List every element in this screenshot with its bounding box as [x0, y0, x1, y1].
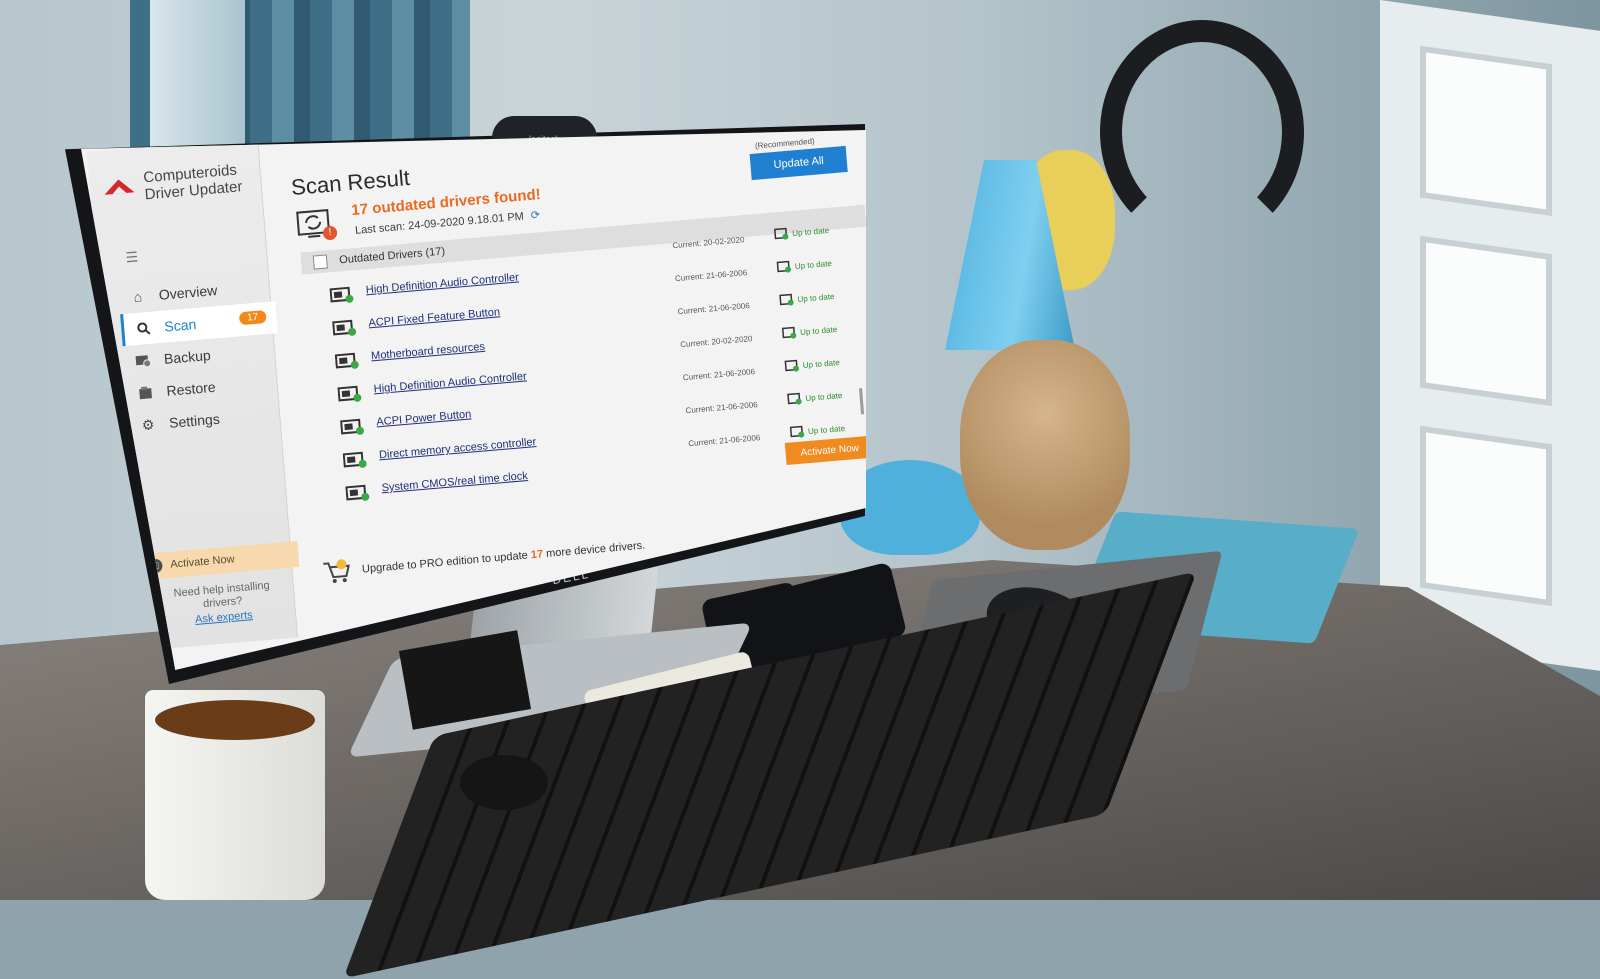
- window-pane: [1420, 45, 1552, 217]
- backup-icon: [133, 351, 152, 371]
- gear-icon: ⚙: [141, 415, 155, 433]
- sidebar-item-label: Scan: [163, 315, 197, 335]
- status-ok-icon: [789, 425, 805, 438]
- status-ok-icon: [773, 227, 789, 240]
- device-icon: [337, 385, 362, 402]
- outdated-drivers-label: Outdated Drivers (17): [338, 245, 446, 267]
- restore-icon: [136, 383, 155, 403]
- app-name: Computeroids Driver Updater: [143, 161, 243, 203]
- sidebar-item-label: Restore: [165, 378, 217, 399]
- device-icon: [332, 319, 357, 336]
- headphones: [1100, 20, 1304, 244]
- status-text: Up to date: [807, 423, 846, 436]
- device-icon: [329, 286, 354, 303]
- driver-name-link[interactable]: Direct memory access controller: [379, 436, 537, 461]
- upgrade-text-end: more device drivers.: [545, 539, 646, 560]
- help-section: Need help installing drivers? Ask expert…: [156, 578, 289, 630]
- status-ok-icon: [784, 359, 800, 372]
- device-icon: [340, 418, 365, 435]
- ask-experts-link[interactable]: Ask experts: [158, 606, 289, 630]
- app-brand: Computeroids Driver Updater: [101, 161, 243, 207]
- home-icon: ⌂: [132, 288, 143, 306]
- driver-name-link[interactable]: Motherboard resources: [371, 341, 486, 363]
- status-text: Up to date: [791, 225, 830, 238]
- sidebar-item-label: Backup: [163, 346, 212, 367]
- device-icon: [334, 352, 359, 369]
- device-icon: [345, 484, 370, 501]
- update-all-button[interactable]: Update All: [749, 145, 848, 181]
- sidebar-item-label: Overview: [158, 281, 218, 303]
- driver-name-link[interactable]: ACPI Power Button: [376, 408, 472, 428]
- driver-name-link[interactable]: High Definition Audio Controller: [365, 271, 519, 296]
- window-pane: [1420, 425, 1552, 607]
- driver-name-link[interactable]: System CMOS/real time clock: [381, 470, 528, 494]
- status-text: Up to date: [794, 258, 833, 271]
- activate-label: Activate Now: [169, 553, 236, 571]
- tea: [155, 700, 315, 740]
- page-title: Scan Result: [290, 164, 411, 200]
- status-text: Up to date: [802, 357, 841, 370]
- alert-icon: !: [322, 225, 338, 241]
- window-pane: [1420, 235, 1552, 407]
- search-icon: [134, 319, 153, 339]
- driver-list: High Definition Audio Controller Current…: [303, 225, 866, 512]
- driver-name-link[interactable]: High Definition Audio Controller: [373, 370, 527, 395]
- status-text: Up to date: [799, 324, 838, 337]
- sidebar-item-label: Settings: [168, 410, 221, 431]
- status-ok-icon: [779, 293, 794, 306]
- status-ok-icon: [781, 326, 797, 339]
- hamburger-menu-icon[interactable]: ☰: [125, 248, 139, 266]
- help-text: Need help installing drivers?: [173, 579, 271, 611]
- scan-count-badge: 17: [238, 309, 267, 326]
- upgrade-count: 17: [530, 548, 544, 562]
- curtain-highlight: [150, 0, 245, 150]
- refresh-icon[interactable]: ⟳: [530, 209, 540, 222]
- select-all-checkbox[interactable]: [312, 254, 328, 270]
- driver-name-link[interactable]: ACPI Fixed Feature Button: [368, 306, 500, 329]
- status-ok-icon: [776, 260, 792, 273]
- teddy-bear: [960, 340, 1130, 550]
- device-icon: [342, 451, 367, 468]
- window-frame: [1380, 0, 1600, 671]
- status-ok-icon: [787, 392, 802, 405]
- sidebar-activate-now-button[interactable]: ⚿ Activate Now: [139, 540, 300, 581]
- brand-logo-icon: [104, 179, 135, 195]
- upgrade-text-start: Upgrade to PRO edition to update: [361, 549, 529, 576]
- sidebar-nav: ⌂ Overview Scan 17 Backup Restore ⚙ Sett…: [118, 269, 286, 442]
- shopping-cart-icon: [323, 559, 350, 583]
- status-text: Up to date: [797, 291, 835, 304]
- lens-cap: [460, 755, 548, 810]
- status-text: Up to date: [805, 390, 843, 403]
